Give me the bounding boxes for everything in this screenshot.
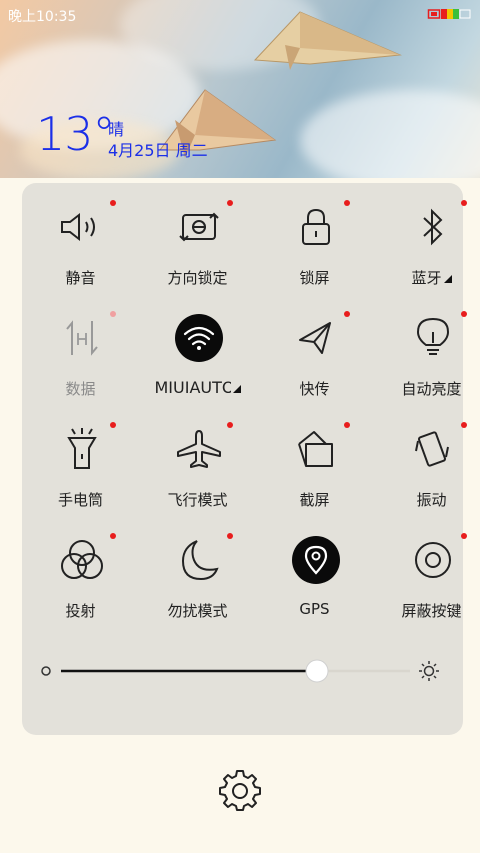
tile-do-not-disturb[interactable]: 勿扰模式 [139, 516, 256, 620]
rotation-lock-icon [175, 203, 223, 251]
tile-mute[interactable]: 静音 [22, 183, 139, 287]
brightness-high-icon [419, 661, 439, 681]
tile-label: 快传 [299, 380, 330, 398]
status-dot [461, 200, 467, 206]
tile-bluetooth[interactable]: 蓝牙 [373, 183, 480, 287]
bluetooth-icon [409, 203, 457, 251]
tile-label: 自动亮度 [401, 380, 462, 398]
tile-screenshot[interactable]: 截屏 [256, 405, 373, 509]
bulb-icon [409, 314, 457, 362]
airplane-icon [175, 425, 223, 473]
status-dot [227, 533, 233, 539]
tile-wifi[interactable]: MIUIAUTO [139, 294, 256, 397]
tile-label: 屏蔽按键 [401, 602, 462, 620]
location-icon [292, 536, 340, 584]
status-time: 晚上10:35 [8, 9, 77, 25]
lock-icon [292, 203, 340, 251]
tile-label: 锁屏 [299, 269, 330, 287]
tile-lock-screen[interactable]: 锁屏 [256, 183, 373, 287]
tile-label: 手电筒 [57, 491, 103, 509]
tile-label: 飞行模式 [167, 491, 228, 509]
screenshot-icon [292, 425, 340, 473]
status-dot [344, 311, 350, 317]
quick-settings-panel: 静音 方向锁定 锁屏 蓝牙 数据 MIUIAUTO 快传 自动亮度 手电筒 飞行… [22, 183, 467, 735]
tile-button-block[interactable]: 屏蔽按键 [373, 516, 480, 620]
tile-quick-transfer[interactable]: 快传 [256, 294, 373, 398]
tile-rotation-lock[interactable]: 方向锁定 [139, 183, 256, 287]
tile-label: 方向锁定 [167, 269, 228, 287]
status-dot [110, 200, 116, 206]
button-block-icon [409, 536, 457, 584]
mobile-data-icon [58, 314, 106, 362]
status-dot [461, 422, 467, 428]
speaker-icon [58, 203, 106, 251]
tile-label: 投射 [65, 602, 96, 620]
status-dot [344, 200, 350, 206]
status-dot [110, 311, 116, 317]
tile-cast[interactable]: 投射 [22, 516, 139, 620]
flashlight-icon [58, 425, 106, 473]
tile-label: 勿扰模式 [167, 602, 228, 620]
tile-label: GPS [299, 600, 330, 618]
tile-label: 数据 [65, 380, 96, 398]
tile-label: 静音 [65, 269, 96, 287]
status-dot [344, 422, 350, 428]
brightness-slider-graphic [41, 659, 439, 683]
brightness-slider[interactable] [40, 658, 440, 684]
tile-label: 截屏 [299, 491, 330, 509]
wifi-icon [175, 314, 223, 362]
tile-mobile-data[interactable]: 数据 [22, 294, 139, 398]
tile-gps[interactable]: GPS [256, 516, 373, 618]
settings-gear-icon[interactable] [219, 769, 261, 811]
status-dot [110, 533, 116, 539]
status-dot [461, 533, 467, 539]
status-dot [227, 200, 233, 206]
moon-icon [175, 536, 223, 584]
tile-airplane-mode[interactable]: 飞行模式 [139, 405, 256, 509]
status-dot [110, 422, 116, 428]
dropdown-indicator[interactable] [443, 275, 452, 283]
tile-label: 振动 [416, 491, 447, 509]
battery-icon [427, 9, 471, 19]
tile-auto-brightness[interactable]: 自动亮度 [373, 294, 480, 398]
cast-icon [58, 536, 106, 584]
paper-plane-icon [292, 314, 340, 362]
tile-vibrate[interactable]: 振动 [373, 405, 480, 509]
tile-label: MIUIAUTO [139, 378, 256, 397]
temperature: 13° [36, 107, 116, 161]
tile-label: 蓝牙 [373, 267, 480, 288]
weather-date: 4月25日 周二 [108, 141, 208, 160]
status-dot [227, 422, 233, 428]
brightness-thumb[interactable] [305, 659, 329, 683]
tile-flashlight[interactable]: 手电筒 [22, 405, 139, 509]
dropdown-indicator[interactable] [232, 385, 241, 393]
wallpaper-header: 晚上10:35 13° 晴 4月25日 周二 [0, 0, 480, 178]
vibrate-icon [409, 425, 457, 473]
brightness-low-icon [41, 666, 51, 676]
status-dot [461, 311, 467, 317]
